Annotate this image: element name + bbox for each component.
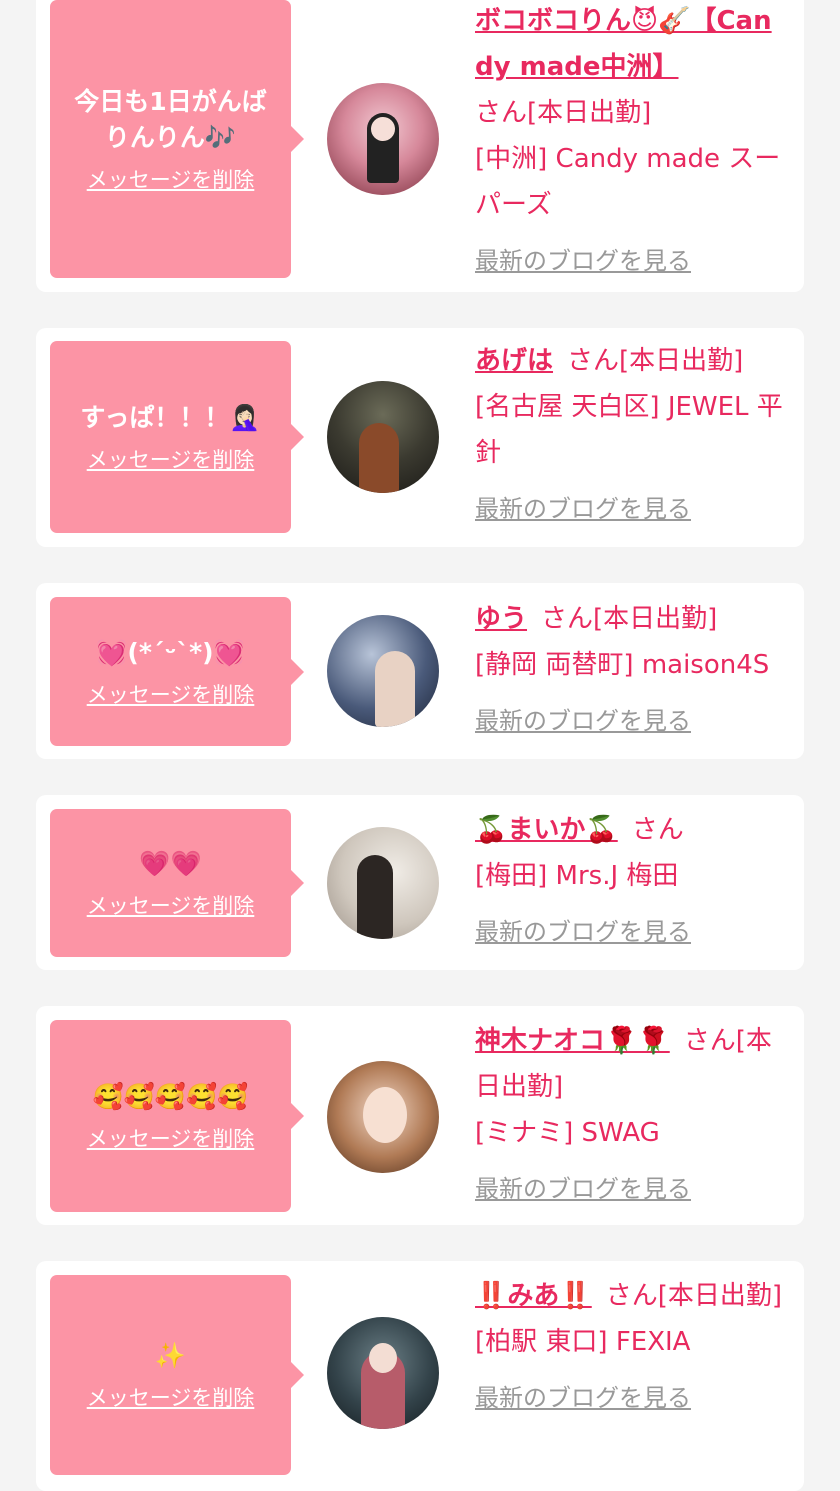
cast-name-link[interactable]: あげは [475,346,553,376]
avatar-figure [357,855,393,939]
shop-name: [中洲] Candy made スーパーズ [475,144,781,220]
latest-blog-link[interactable]: 最新のブログを見る [475,1375,691,1421]
cast-name-link[interactable]: ゆう [475,604,527,634]
cast-status: さん[本日出勤] [605,1281,783,1311]
cast-info: ボコボコりん😈🎸【Candy made中洲】 さん[本日出勤] [中洲] Can… [475,0,790,284]
latest-blog-link[interactable]: 最新のブログを見る [475,909,691,955]
cast-status: さん[本日出勤] [567,346,744,376]
message-bubble: 💗💗 メッセージを削除 [50,809,304,957]
latest-blog-link[interactable]: 最新のブログを見る [475,1166,691,1212]
avatar-face [369,1343,397,1373]
latest-blog-link[interactable]: 最新のブログを見る [475,698,691,744]
avatar[interactable] [327,1317,439,1429]
message-bubble: 💓(*´ᵕ`*)💓 メッセージを削除 [50,597,304,746]
shop-name: [ミナミ] SWAG [475,1118,660,1148]
cast-info: ‼️みあ‼️ さん[本日出勤] [柏駅 東口] FEXIA 最新のブログを見る [475,1273,790,1421]
message-card: すっぱ！！！🤦🏻‍♀️ メッセージを削除 あげは さん[本日出勤] [名古屋 天白… [36,328,804,547]
avatar-figure [359,423,399,493]
cast-info: 🍒まいか🍒 さん [梅田] Mrs.J 梅田 最新のブログを見る [475,807,790,955]
message-bubble: ✨ メッセージを削除 [50,1275,304,1475]
avatar[interactable] [327,1061,439,1173]
message-bubble: 今日も1日がんばりんりん🎶 メッセージを削除 [50,0,304,278]
avatar-face [363,1087,407,1143]
cast-status: さん[本日出勤] [541,604,718,634]
message-bubble: 🥰🥰🥰🥰🥰 メッセージを削除 [50,1020,304,1212]
message-text: 🥰🥰🥰🥰🥰 [92,1082,249,1111]
message-card: 💓(*´ᵕ`*)💓 メッセージを削除 ゆう さん[本日出勤] [静岡 両替町] m… [36,583,804,759]
message-text: 💓(*´ᵕ`*)💓 [96,637,245,667]
message-card: 💗💗 メッセージを削除 🍒まいか🍒 さん [梅田] Mrs.J 梅田 最新のブログ… [36,795,804,970]
message-bubble: すっぱ！！！🤦🏻‍♀️ メッセージを削除 [50,341,304,533]
cast-status: さん [631,815,684,845]
avatar[interactable] [327,381,439,493]
cast-info: 神木ナオコ🌹🌹 さん[本日出勤] [ミナミ] SWAG 最新のブログを見る [475,1018,790,1212]
cast-name-link[interactable]: 神木ナオコ🌹🌹 [475,1026,670,1056]
latest-blog-link[interactable]: 最新のブログを見る [475,238,691,284]
shop-name: [静岡 両替町] maison4S [475,650,770,680]
cast-name-link[interactable]: 🍒まいか🍒 [475,815,618,845]
message-text: ✨ [154,1341,187,1370]
message-card: 今日も1日がんばりんりん🎶 メッセージを削除 ボコボコりん😈🎸【Candy ma… [36,0,804,292]
shop-name: [名古屋 天白区] JEWEL 平針 [475,392,783,468]
shop-name: [梅田] Mrs.J 梅田 [475,861,679,891]
message-text: 💗💗 [139,849,202,878]
message-card: 🥰🥰🥰🥰🥰 メッセージを削除 神木ナオコ🌹🌹 さん[本日出勤] [ミナミ] SWA… [36,1006,804,1225]
delete-message-link[interactable]: メッセージを削除 [87,1123,255,1153]
cast-name-link[interactable]: ボコボコりん😈🎸【Candy made中洲】 [475,6,772,82]
message-card: ✨ メッセージを削除 ‼️みあ‼️ さん[本日出勤] [柏駅 東口] FEXIA … [36,1261,804,1491]
delete-message-link[interactable]: メッセージを削除 [87,679,255,709]
avatar[interactable] [327,827,439,939]
message-text: 今日も1日がんばりんりん🎶 [74,87,267,152]
cast-status: さん[本日出勤] [475,98,652,128]
avatar-figure [375,651,415,727]
avatar[interactable] [327,83,439,195]
delete-message-link[interactable]: メッセージを削除 [87,444,255,474]
avatar[interactable] [327,615,439,727]
avatar-face [371,117,395,141]
latest-blog-link[interactable]: 最新のブログを見る [475,486,691,532]
cast-info: あげは さん[本日出勤] [名古屋 天白区] JEWEL 平針 最新のブログを見る [475,338,790,532]
delete-message-link[interactable]: メッセージを削除 [87,1382,255,1412]
shop-name: [柏駅 東口] FEXIA [475,1327,691,1357]
delete-message-link[interactable]: メッセージを削除 [87,164,255,194]
delete-message-link[interactable]: メッセージを削除 [87,890,255,920]
cast-info: ゆう さん[本日出勤] [静岡 両替町] maison4S 最新のブログを見る [475,596,790,744]
message-text: すっぱ！！！🤦🏻‍♀️ [80,403,261,432]
cast-name-link[interactable]: ‼️みあ‼️ [475,1281,592,1311]
